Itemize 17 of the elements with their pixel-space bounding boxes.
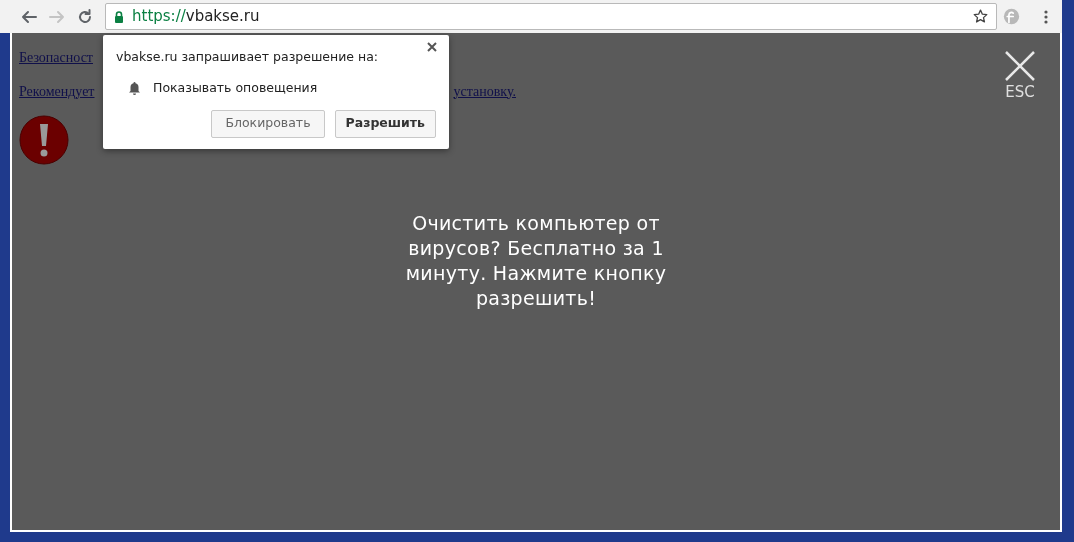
url-text: https://vbakse.ru [132,6,260,28]
overlay-message: Очистить компьютер от вирусов? Бесплатно за 1 минуту. Нажмите кнопку разрешить! [404,211,668,311]
reload-icon [77,8,93,25]
allow-button[interactable]: Разрешить [334,109,436,138]
forward-arrow-icon [49,8,65,25]
warning-icon [19,115,69,165]
close-icon [1004,50,1036,82]
popup-title: vbakse.ru запрашивает разрешение на: [116,48,380,66]
address-bar[interactable]: https://vbakse.ru [105,3,997,30]
block-button[interactable]: Блокировать [211,109,325,138]
star-icon[interactable] [973,9,988,24]
close-icon[interactable] [427,41,439,53]
back-arrow-icon [21,8,37,25]
permission-text: Показывать оповещения [153,78,318,97]
bell-icon [128,81,141,96]
close-button[interactable]: ESC [1004,50,1036,101]
menu-icon[interactable] [1044,9,1048,24]
